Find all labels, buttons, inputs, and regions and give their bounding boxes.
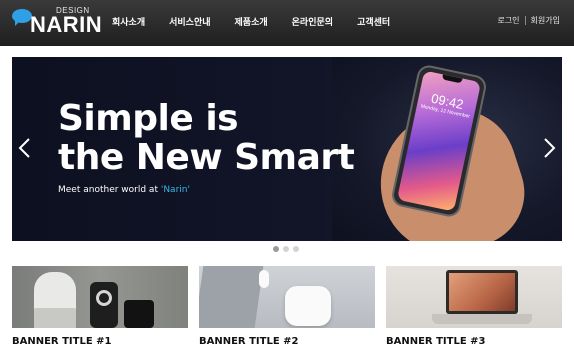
hero-banner: 09:42 Monday, 12 November Simple is the … (12, 57, 562, 241)
card-title: BANNER TITLE #1 (12, 336, 112, 344)
next-slide-button[interactable] (540, 137, 558, 159)
laptop-edge-shape (199, 266, 264, 328)
slide-dot-3[interactable] (293, 246, 299, 252)
chevron-right-icon (544, 138, 556, 158)
banner-card-3[interactable]: BANNER TITLE #3 (386, 266, 562, 344)
card-image-laptop (386, 266, 562, 328)
speech-bubble-icon (12, 9, 32, 26)
slide-pagination (273, 246, 303, 252)
nav-item-inquiry[interactable]: 온라인문의 (280, 0, 345, 46)
card-title: BANNER TITLE #2 (199, 336, 299, 344)
main-nav: 회사소개 서비스안내 제품소개 온라인문의 고객센터 (100, 0, 402, 46)
banner-card-2[interactable]: BANNER TITLE #2 (199, 266, 375, 344)
chevron-left-icon (18, 138, 30, 158)
hero-subtitle: Meet another world at 'Narin' (58, 185, 190, 195)
utility-links: 로그인 회원가입 (497, 15, 560, 26)
device-small-shape (124, 300, 154, 328)
nav-item-support[interactable]: 고객센터 (345, 0, 402, 46)
speaker-base-shape (34, 308, 76, 328)
nav-item-products[interactable]: 제품소개 (223, 0, 280, 46)
card-image-earbuds (199, 266, 375, 328)
nav-item-services[interactable]: 서비스안내 (157, 0, 222, 46)
phone-notch (441, 74, 463, 84)
logo[interactable]: DESIGN NARIN (12, 6, 102, 40)
hero-subtitle-text: Meet another world at (58, 185, 161, 195)
prev-slide-button[interactable] (16, 137, 34, 159)
nav-item-company[interactable]: 회사소개 (100, 0, 157, 46)
laptop-screen-shape (449, 273, 515, 311)
site-header: DESIGN NARIN 회사소개 서비스안내 제품소개 온라인문의 고객센터 … (0, 0, 574, 46)
util-divider (524, 16, 526, 25)
earbud-case-shape (285, 286, 331, 326)
device-ring-shape (96, 290, 112, 306)
banner-card-1[interactable]: BANNER TITLE #1 (12, 266, 188, 344)
laptop-base-shape (432, 314, 532, 324)
hero-title: Simple is the New Smart (58, 98, 355, 178)
card-image-smart-speakers (12, 266, 188, 328)
login-link[interactable]: 로그인 (497, 15, 519, 26)
slide-dot-2[interactable] (283, 246, 289, 252)
signup-link[interactable]: 회원가입 (531, 15, 560, 26)
logo-text: NARIN (30, 12, 103, 37)
slide-dot-1[interactable] (273, 246, 279, 252)
earbud-shape (259, 270, 269, 288)
hero-subtitle-accent: 'Narin' (160, 185, 190, 195)
card-title: BANNER TITLE #3 (386, 336, 486, 344)
